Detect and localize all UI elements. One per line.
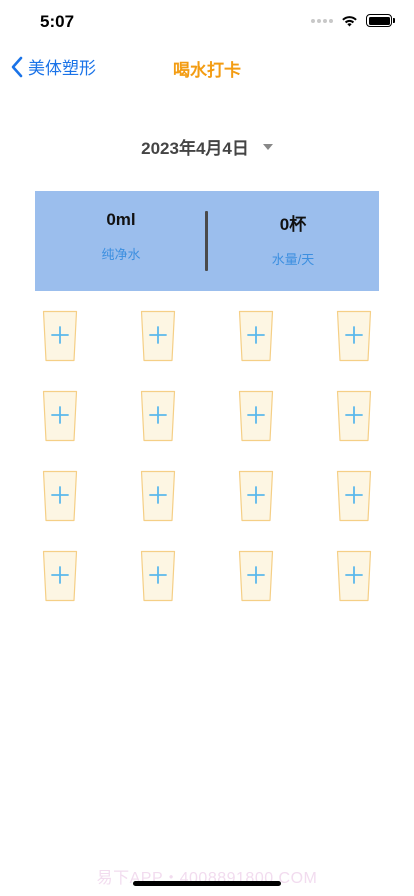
cups-label: 水量/天 [271,252,315,267]
cellular-signal-icon [311,18,333,23]
add-cup-button[interactable] [140,550,176,602]
water-summary-card: 0ml 纯净水 0杯 水量/天 [35,191,379,291]
add-cup-button[interactable] [336,470,372,522]
cup-plus-icon [42,390,78,442]
add-cup-button[interactable] [140,310,176,362]
add-cup-button[interactable] [140,470,176,522]
add-cup-button[interactable] [336,550,372,602]
add-cup-button[interactable] [336,310,372,362]
page-title: 喝水打卡 [173,61,241,80]
cup-plus-icon [336,310,372,362]
home-indicator [133,881,281,886]
volume-summary: 0ml 纯净水 [35,191,207,291]
cup-plus-icon [42,470,78,522]
add-cup-button[interactable] [42,310,78,362]
cup-plus-icon [336,550,372,602]
cup-plus-icon [42,550,78,602]
add-cup-button[interactable] [42,390,78,442]
cup-plus-icon [42,310,78,362]
add-cup-button[interactable] [238,390,274,442]
cup-plus-icon [238,550,274,602]
cup-plus-icon [140,390,176,442]
cup-plus-icon [238,470,274,522]
add-cup-button[interactable] [42,470,78,522]
status-bar: 5:07 [0,0,414,44]
cup-row [0,310,414,362]
date-picker[interactable]: 2023年4月4日 [0,134,414,159]
caret-down-icon [262,143,273,150]
wifi-icon [342,15,357,26]
navigation-bar: 美体塑形 喝水打卡 [0,44,414,88]
cups-value: 0杯 [279,215,307,234]
status-time: 5:07 [40,12,75,31]
add-cup-button[interactable] [238,310,274,362]
battery-icon [366,14,395,27]
date-label: 2023年4月4日 [141,139,249,158]
volume-label: 纯净水 [101,247,141,262]
cup-plus-icon [140,470,176,522]
cup-plus-icon [336,390,372,442]
summary-divider [205,211,208,271]
cup-plus-icon [238,310,274,362]
cup-plus-icon [140,550,176,602]
cup-row [0,390,414,442]
cup-row [0,470,414,522]
cup-plus-icon [336,470,372,522]
cups-summary: 0杯 水量/天 [207,191,379,291]
cup-plus-icon [140,310,176,362]
add-cup-button[interactable] [336,390,372,442]
add-cup-button[interactable] [238,470,274,522]
add-cup-button[interactable] [140,390,176,442]
add-cup-button[interactable] [42,550,78,602]
add-cup-button[interactable] [238,550,274,602]
cup-row [0,550,414,602]
status-icons [311,14,395,27]
volume-value: 0ml [106,210,136,229]
cup-plus-icon [238,390,274,442]
